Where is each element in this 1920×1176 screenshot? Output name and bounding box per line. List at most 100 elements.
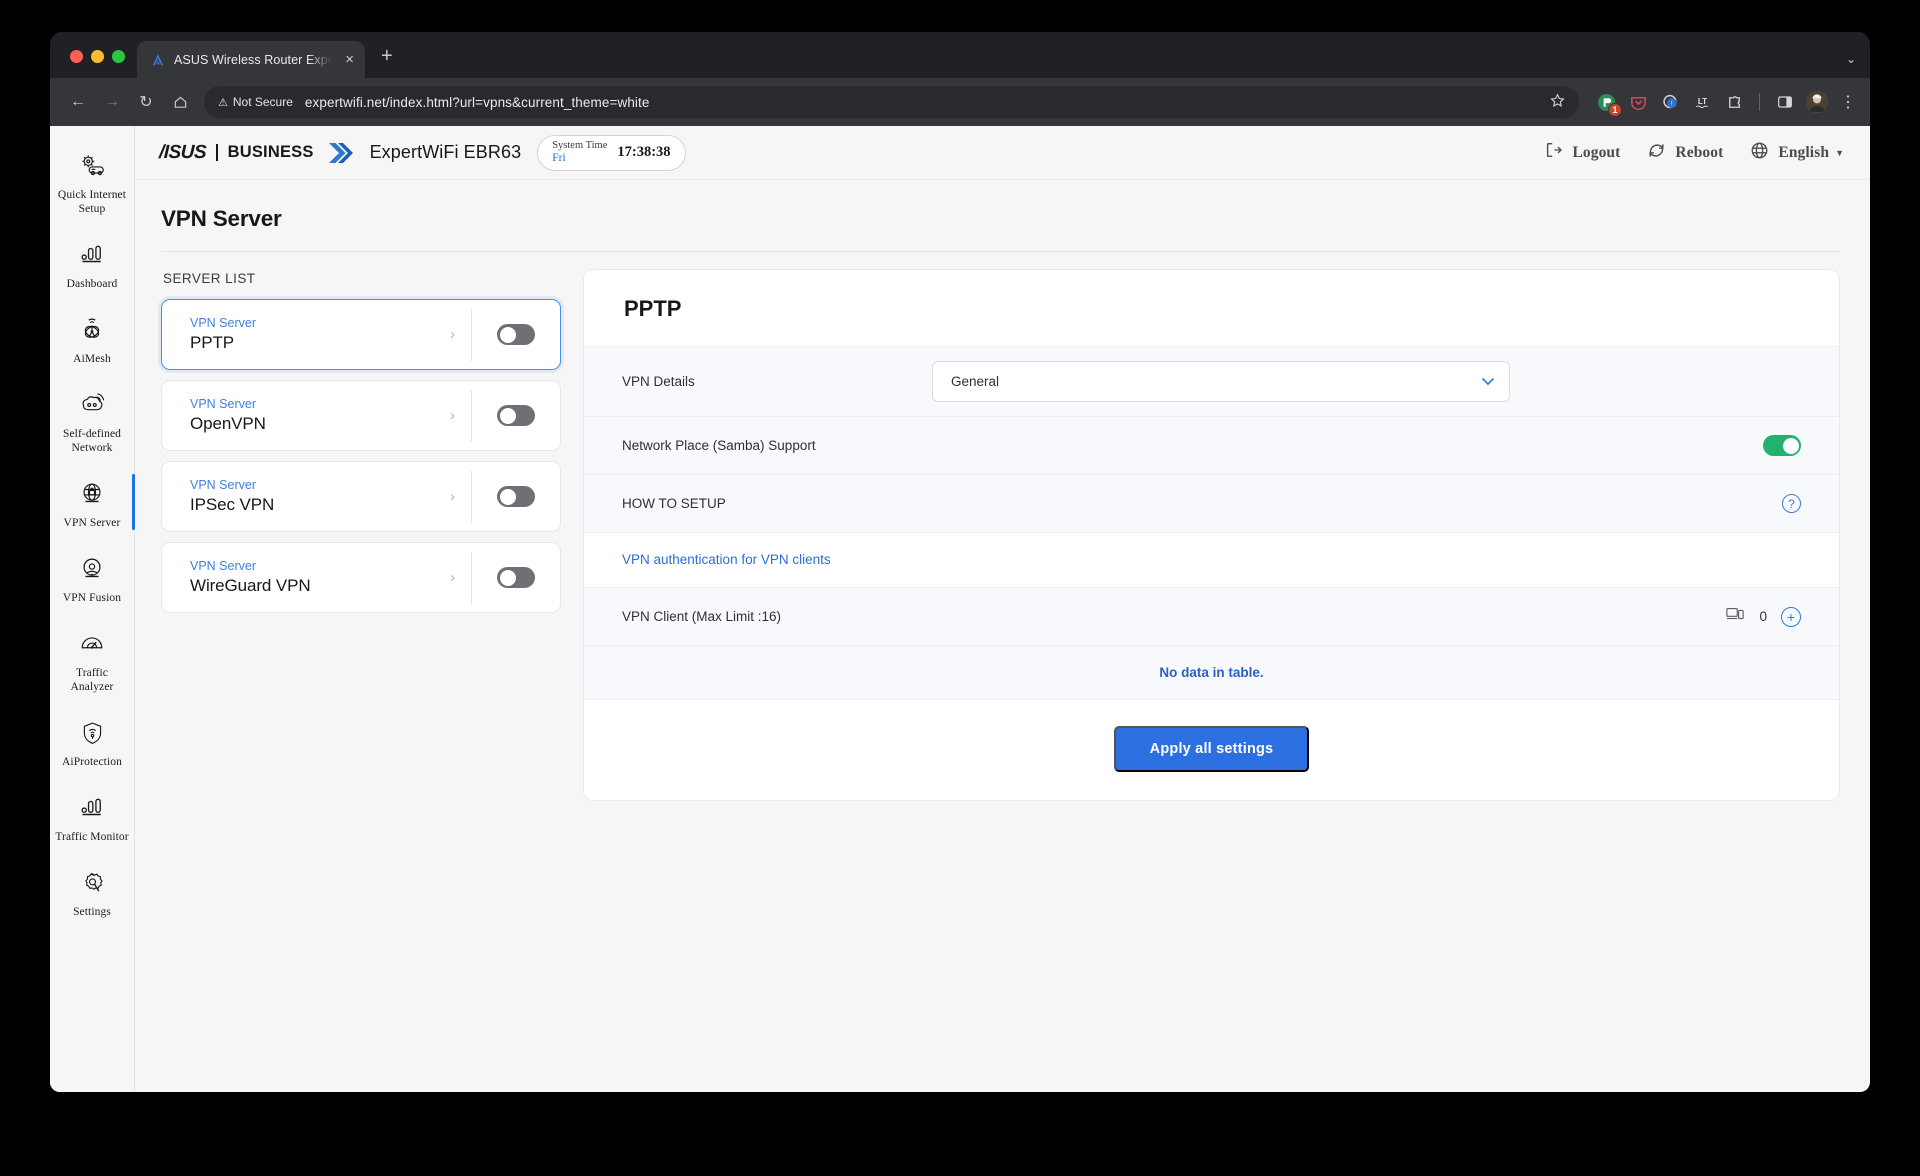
new-tab-button[interactable]: +	[381, 46, 393, 66]
asus-logo-icon	[149, 51, 166, 68]
vpn-auth-row: VPN authentication for VPN clients	[584, 532, 1839, 587]
chevron-right-icon[interactable]: ›	[450, 488, 471, 505]
router-model: ExpertWiFi EBR63	[369, 142, 522, 162]
sidebar-item-label: Settings	[73, 906, 111, 919]
close-window-button[interactable]	[70, 50, 83, 63]
extension-badge: 1	[1608, 103, 1622, 117]
sidebar-item-vpn-fusion[interactable]: VPN Fusion	[50, 543, 134, 618]
server-card-subtitle: VPN Server	[190, 559, 256, 573]
logout-button[interactable]: Logout	[1544, 140, 1620, 165]
maximize-window-button[interactable]	[112, 50, 125, 63]
plus-circle-icon[interactable]: +	[1781, 606, 1801, 627]
browser-window: ASUS Wireless Router Exper × + ⌄ ← → ↻ ⚠…	[50, 32, 1870, 1092]
asus-wordmark: /ISUS	[158, 141, 207, 163]
apply-all-settings-button[interactable]: Apply all settings	[1113, 726, 1310, 772]
server-toggle-openvpn[interactable]	[497, 405, 535, 426]
server-list-column: SERVER LIST VPN Server PPTP › VPN Server…	[161, 269, 561, 801]
main-content: /ISUS BUSINESS ExpertWiFi EBR63 System T…	[135, 126, 1870, 1092]
how-to-setup-label: HOW TO SETUP	[622, 496, 726, 511]
server-card-ipsec-vpn[interactable]: VPN Server IPSec VPN ›	[161, 461, 561, 532]
vpn-details-value: General	[951, 374, 1000, 389]
server-toggle-wrap	[472, 405, 560, 426]
reload-button[interactable]: ↻	[130, 86, 162, 118]
side-panel-icon[interactable]	[1774, 91, 1796, 113]
server-card-subtitle: VPN Server	[190, 397, 256, 411]
close-icon[interactable]: ×	[342, 50, 357, 69]
security-status[interactable]: ⚠ Not Secure	[218, 95, 293, 109]
url-text: expertwifi.net/index.html?url=vpns&curre…	[304, 94, 650, 110]
how-to-setup-row: HOW TO SETUP ?	[584, 474, 1839, 532]
asus-brand-logo: /ISUS BUSINESS	[159, 140, 354, 166]
extensions-puzzle-icon[interactable]	[1723, 91, 1745, 113]
vpn-server-icon	[77, 479, 107, 509]
server-toggle-pptp[interactable]	[497, 324, 535, 345]
sidebar-item-label: VPN Server	[63, 517, 121, 530]
server-card-subtitle: VPN Server	[190, 316, 256, 330]
forward-button[interactable]: →	[96, 86, 128, 118]
chevron-right-icon[interactable]: ›	[450, 326, 471, 343]
toolbar-divider	[1759, 93, 1760, 111]
chevron-right-icon[interactable]: ›	[450, 407, 471, 424]
chevron-down-icon: ▼	[1835, 147, 1844, 158]
logout-label: Logout	[1572, 143, 1621, 161]
settings-column: PPTP VPN Details General Network Place (…	[583, 269, 1840, 801]
sidebar-item-traffic-analyzer[interactable]: Traffic Analyzer	[50, 618, 134, 707]
browser-tab[interactable]: ASUS Wireless Router Exper ×	[137, 41, 365, 78]
back-button[interactable]: ←	[62, 86, 94, 118]
server-card-pptp[interactable]: VPN Server PPTP ›	[161, 299, 561, 370]
language-label: English	[1778, 143, 1830, 161]
languagetool-icon[interactable]: LT	[1691, 91, 1713, 113]
chevron-right-icon[interactable]: ›	[450, 569, 471, 586]
samba-support-toggle[interactable]	[1763, 435, 1801, 456]
reboot-button[interactable]: Reboot	[1646, 140, 1723, 166]
avatar[interactable]	[1806, 91, 1828, 113]
pocket-icon[interactable]	[1627, 91, 1649, 113]
extension-green-icon[interactable]: 1	[1595, 91, 1622, 117]
sidebar-item-self-defined-network[interactable]: Self-defined Network	[50, 379, 134, 468]
sidebar-item-aiprotection[interactable]: AiProtection	[50, 707, 134, 782]
security-label: Not Secure	[232, 95, 293, 109]
server-card-openvpn[interactable]: VPN Server OpenVPN ›	[161, 380, 561, 451]
server-toggle-wireguard[interactable]	[497, 567, 535, 588]
home-button[interactable]	[164, 86, 196, 118]
vpn-details-select[interactable]: General	[932, 361, 1510, 402]
vpn-auth-link[interactable]: VPN authentication for VPN clients	[622, 552, 831, 567]
sidebar-item-label: AiMesh	[73, 353, 111, 366]
server-card-wireguard-vpn[interactable]: VPN Server WireGuard VPN ›	[161, 542, 561, 613]
sidebar-item-label: Quick Internet Setup	[57, 189, 127, 216]
no-data-message: No data in table.	[584, 645, 1839, 699]
sidebar-item-dashboard[interactable]: Dashboard	[50, 229, 134, 304]
page-viewport: Quick Internet Setup Dashboard AiMesh Se…	[50, 126, 1870, 1092]
sidebar: Quick Internet Setup Dashboard AiMesh Se…	[50, 126, 135, 1092]
kebab-menu-icon[interactable]: ⋮	[1838, 92, 1858, 112]
language-selector[interactable]: English ▼	[1749, 140, 1844, 166]
vpn-client-count: 0	[1759, 609, 1767, 624]
sidebar-item-label: VPN Fusion	[62, 592, 122, 605]
app-header: /ISUS BUSINESS ExpertWiFi EBR63 System T…	[135, 126, 1870, 180]
apply-row: Apply all settings	[584, 699, 1839, 800]
minimize-window-button[interactable]	[91, 50, 104, 63]
address-bar[interactable]: ⚠ Not Secure expertwifi.net/index.html?u…	[204, 86, 1579, 118]
chevron-down-icon[interactable]: ⌄	[1846, 52, 1856, 66]
question-mark-icon[interactable]: ?	[1782, 494, 1801, 513]
sidebar-item-settings[interactable]: Settings	[50, 857, 134, 932]
server-toggle-ipsec[interactable]	[497, 486, 535, 507]
server-toggle-wrap	[472, 567, 560, 588]
self-defined-network-icon	[77, 390, 107, 420]
tab-title: ASUS Wireless Router Exper	[174, 52, 335, 67]
chevron-down-icon	[1481, 375, 1495, 389]
dashboard-icon	[77, 240, 107, 270]
brand-divider	[216, 144, 218, 161]
reboot-icon	[1646, 140, 1667, 166]
vpn-client-row: VPN Client (Max Limit :16) 0 +	[584, 587, 1839, 645]
extension-blue-icon[interactable]: !	[1659, 91, 1681, 113]
star-icon[interactable]	[1550, 92, 1573, 112]
globe-icon	[1749, 140, 1770, 166]
sidebar-item-quick-internet-setup[interactable]: Quick Internet Setup	[50, 140, 134, 229]
sidebar-item-label: Traffic Analyzer	[70, 667, 114, 694]
sidebar-item-traffic-monitor[interactable]: Traffic Monitor	[50, 782, 134, 857]
sidebar-item-vpn-server[interactable]: VPN Server	[50, 468, 135, 543]
sidebar-item-aimesh[interactable]: AiMesh	[50, 304, 134, 379]
system-time-day: Fri	[552, 151, 566, 164]
server-card-name: PPTP	[190, 333, 235, 352]
